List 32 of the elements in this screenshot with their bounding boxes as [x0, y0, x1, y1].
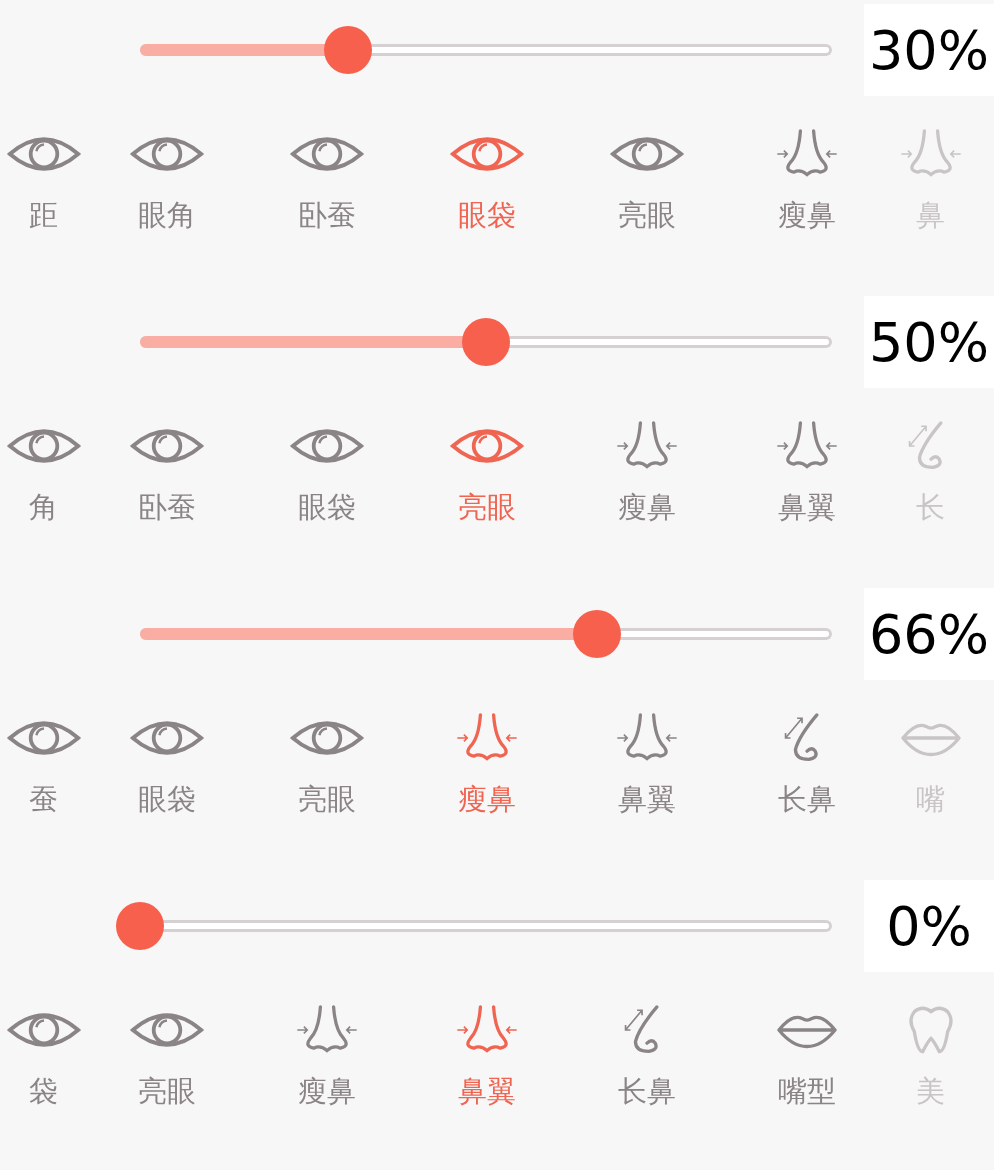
feature-option[interactable]: 瘦鼻 [727, 126, 887, 234]
percent-label: 0% [864, 880, 994, 972]
percent-label: 50% [864, 296, 994, 388]
feature-option[interactable]: 卧蚕 [247, 126, 407, 234]
feature-option[interactable]: 鼻翼 [567, 710, 727, 818]
feature-option[interactable]: 瘦鼻 [247, 1002, 407, 1110]
feature-option[interactable]: 长鼻 [727, 710, 887, 818]
slider-thumb[interactable] [462, 318, 510, 366]
feature-option[interactable]: 亮眼 [407, 418, 567, 526]
feature-option[interactable]: 鼻翼 [407, 1002, 567, 1110]
feature-option[interactable]: 瘦鼻 [407, 710, 567, 818]
feature-option[interactable]: 亮眼 [87, 1002, 247, 1110]
feature-option[interactable]: 眼袋 [87, 710, 247, 818]
slider-thumb[interactable] [116, 902, 164, 950]
feature-option[interactable]: 长鼻 [567, 1002, 727, 1110]
feature-option[interactable]: 亮眼 [247, 710, 407, 818]
percent-label: 66% [864, 588, 994, 680]
feature-option[interactable]: 嘴型 [727, 1002, 887, 1110]
slider-thumb[interactable] [572, 610, 621, 658]
feature-option[interactable]: 袋 [0, 1002, 87, 1110]
feature-option[interactable]: 卧蚕 [87, 418, 247, 526]
feature-option[interactable]: 距 [0, 126, 87, 234]
slider-thumb[interactable] [323, 26, 372, 74]
feature-option[interactable]: 眼袋 [247, 418, 407, 526]
feature-option[interactable]: 亮眼 [567, 126, 727, 234]
feature-option[interactable]: 眼角 [87, 126, 247, 234]
feature-option[interactable]: 角 [0, 418, 87, 526]
feature-option[interactable]: 眼袋 [407, 126, 567, 234]
feature-option[interactable]: 鼻翼 [727, 418, 887, 526]
feature-option[interactable]: 瘦鼻 [567, 418, 727, 526]
percent-label: 30% [864, 4, 994, 96]
feature-option[interactable]: 蚕 [0, 710, 87, 818]
